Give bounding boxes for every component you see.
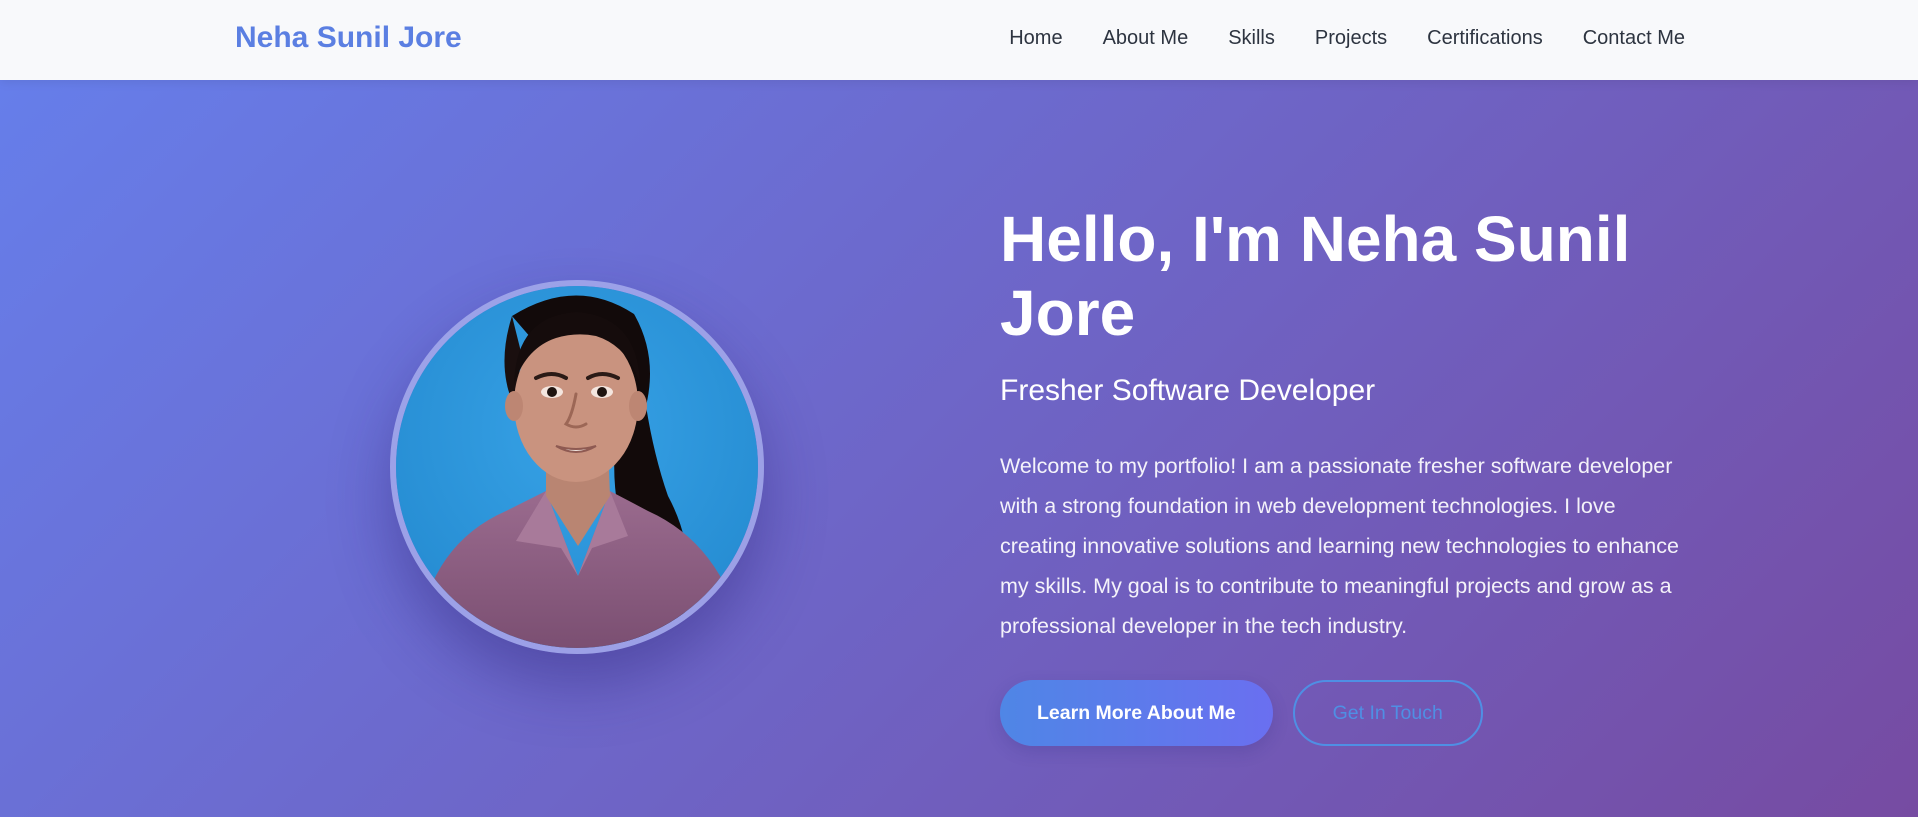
hero-content: Hello, I'm Neha Sunil Jore Fresher Softw… [1000,202,1700,746]
nav-link-home[interactable]: Home [1009,27,1062,50]
get-in-touch-button[interactable]: Get In Touch [1292,680,1483,746]
profile-photo [390,280,764,654]
learn-more-button[interactable]: Learn More About Me [1000,680,1273,746]
nav-links: Home About Me Skills Projects Certificat… [1009,0,1685,76]
navbar: Neha Sunil Jore Home About Me Skills Pro… [0,0,1918,80]
hero-subtitle: Fresher Software Developer [1000,374,1376,407]
hero-description: Welcome to my portfolio! I am a passiona… [1000,454,1679,638]
nav-link-certifications[interactable]: Certifications [1427,27,1543,50]
site-logo[interactable]: Neha Sunil Jore [235,19,462,57]
hero-title: Hello, I'm Neha Sunil Jore [1000,203,1631,349]
nav-link-skills[interactable]: Skills [1228,27,1275,50]
hero-buttons: Learn More About Me Get In Touch [1000,680,1700,746]
nav-link-contact[interactable]: Contact Me [1583,27,1685,50]
nav-link-about[interactable]: About Me [1103,27,1189,50]
hero-section: Hello, I'm Neha Sunil Jore Fresher Softw… [0,80,1918,817]
profile-photo-illustration [396,286,758,648]
nav-link-projects[interactable]: Projects [1315,27,1387,50]
